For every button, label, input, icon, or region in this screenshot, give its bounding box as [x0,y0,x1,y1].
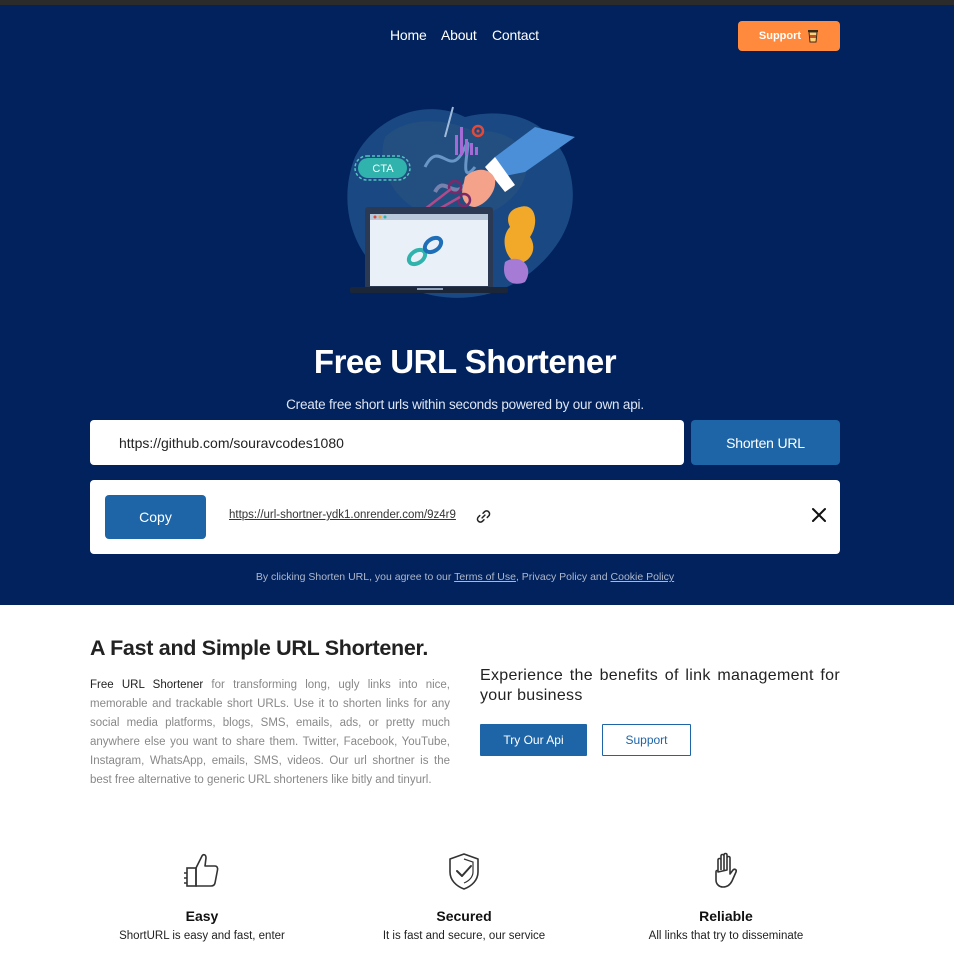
feature-reliable-desc: All links that try to disseminate [648,930,804,942]
hero-subtitle: Create free short urls within seconds po… [286,397,644,412]
feature-reliable: Reliable All links that try to dissemina… [601,850,851,942]
nav-home-link[interactable]: Home [390,27,427,43]
feature-secured-desc: It is fast and secure, our service [382,930,546,942]
hand-icon [715,852,738,888]
nav-contact-link[interactable]: Contact [492,27,539,43]
terms-prefix: By clicking Shorten URL, you agree to ou… [255,571,455,583]
illustration-badge-text: CTA [372,163,394,175]
feature-secured-title: Secured [436,908,492,924]
url-shortener-illustration: CTA [347,106,575,298]
hero-section: Home About Contact Support CTA Free URL … [0,5,954,605]
thumbs-up-icon [184,853,219,887]
support-header-label: Support [758,30,802,42]
result-panel: Copy https://url-shortner-ydk1.onrender.… [90,480,840,554]
copy-button[interactable]: Copy [105,495,206,539]
shield-check-icon [449,853,479,890]
terms-of-use-link[interactable]: Terms of Use [454,571,516,583]
long-url-input[interactable] [90,420,684,465]
hero-title: Free URL Shortener [313,343,617,380]
coffee-cup-icon [808,30,819,43]
support-header-button[interactable]: Support [738,21,840,51]
about-body: for transforming long, ugly links into n… [90,679,450,786]
feature-easy: Easy ShortURL is easy and fast, enter [77,850,327,942]
about-lead: Free URL Shortener [90,679,204,691]
feature-easy-desc: ShortURL is easy and fast, enter [119,930,285,942]
link-icon[interactable] [476,509,491,524]
terms-middle: , Privacy Policy and [515,571,611,583]
about-title: A Fast and Simple URL Shortener. [90,636,429,660]
about-description: Free URL Shortener for transforming long… [90,676,450,790]
shorten-url-button[interactable]: Shorten URL [691,420,840,465]
cookie-policy-link[interactable]: Cookie Policy [611,571,675,583]
terms-notice: By clicking Shorten URL, you agree to ou… [0,571,930,583]
short-url-link[interactable]: https://url-shortner-ydk1.onrender.com/9… [229,509,456,521]
feature-easy-title: Easy [185,908,219,924]
try-our-api-button[interactable]: Try Our Api [480,724,587,756]
benefits-text: Experience the benefits of link manageme… [480,667,840,704]
feature-reliable-title: Reliable [699,908,753,924]
feature-secured: Secured It is fast and secure, our servi… [339,850,589,942]
close-icon[interactable] [810,506,828,524]
support-button[interactable]: Support [602,724,691,756]
nav-about-link[interactable]: About [441,27,477,43]
